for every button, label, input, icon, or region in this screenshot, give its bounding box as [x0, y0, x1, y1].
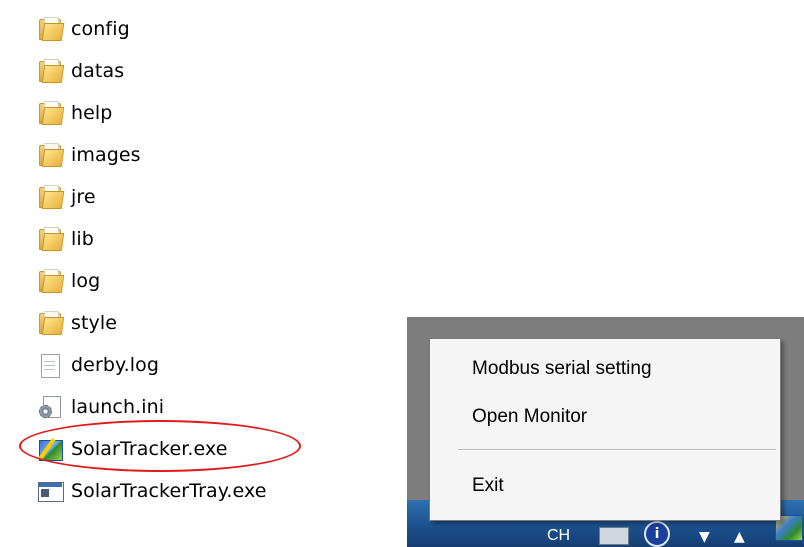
- menu-item-label: Open Monitor: [472, 406, 588, 427]
- folder-icon: [37, 311, 65, 335]
- document-icon: [37, 353, 65, 378]
- file-item-datas[interactable]: datas: [37, 52, 124, 90]
- file-label: derby.log: [71, 354, 160, 376]
- file-label: launch.ini: [71, 396, 165, 418]
- file-item-jre[interactable]: jre: [37, 178, 96, 216]
- folder-icon: [37, 59, 65, 83]
- context-menu: Modbus serial setting Open Monitor Exit: [429, 338, 781, 521]
- folder-icon: [37, 269, 65, 293]
- show-hidden-icons-button[interactable]: ▲: [734, 529, 745, 545]
- file-item-images[interactable]: images: [37, 136, 141, 174]
- file-label: jre: [71, 186, 96, 208]
- folder-icon: [37, 143, 65, 167]
- info-icon[interactable]: i: [644, 521, 670, 547]
- menu-item-label: Modbus serial setting: [472, 358, 652, 379]
- file-label: datas: [71, 60, 125, 82]
- highlight-ellipse: [19, 420, 301, 472]
- file-label: lib: [71, 228, 94, 250]
- file-label: config: [71, 18, 130, 40]
- file-item-solartrackertray-exe[interactable]: SolarTrackerTray.exe: [37, 472, 267, 510]
- menu-item-exit[interactable]: Exit: [432, 469, 778, 503]
- menu-separator: [458, 449, 776, 451]
- file-label: SolarTrackerTray.exe: [71, 480, 267, 502]
- file-label: style: [71, 312, 118, 334]
- file-item-lib[interactable]: lib: [37, 220, 94, 258]
- file-item-help[interactable]: help: [37, 94, 112, 132]
- menu-item-label: Exit: [472, 475, 504, 496]
- tray-screenshot: CH i ▼ ▲ Modbus serial setting Open Moni…: [407, 317, 804, 547]
- folder-icon: [37, 185, 65, 209]
- application-window-icon: [37, 479, 65, 503]
- down-arrow-icon[interactable]: ▼: [699, 529, 710, 545]
- file-label: images: [71, 144, 141, 166]
- folder-icon: [37, 227, 65, 251]
- keyboard-icon[interactable]: [599, 527, 629, 545]
- file-label: log: [71, 270, 101, 292]
- settings-file-icon: [37, 395, 65, 419]
- folder-icon: [37, 101, 65, 125]
- menu-item-modbus-serial-setting[interactable]: Modbus serial setting: [432, 352, 778, 386]
- file-item-style[interactable]: style: [37, 304, 117, 342]
- folder-icon: [37, 17, 65, 41]
- file-label: help: [71, 102, 113, 124]
- menu-item-open-monitor[interactable]: Open Monitor: [432, 400, 778, 434]
- file-item-log[interactable]: log: [37, 262, 100, 300]
- file-item-derby-log[interactable]: derby.log: [37, 346, 159, 384]
- file-item-config[interactable]: config: [37, 10, 130, 48]
- language-indicator[interactable]: CH: [547, 527, 570, 545]
